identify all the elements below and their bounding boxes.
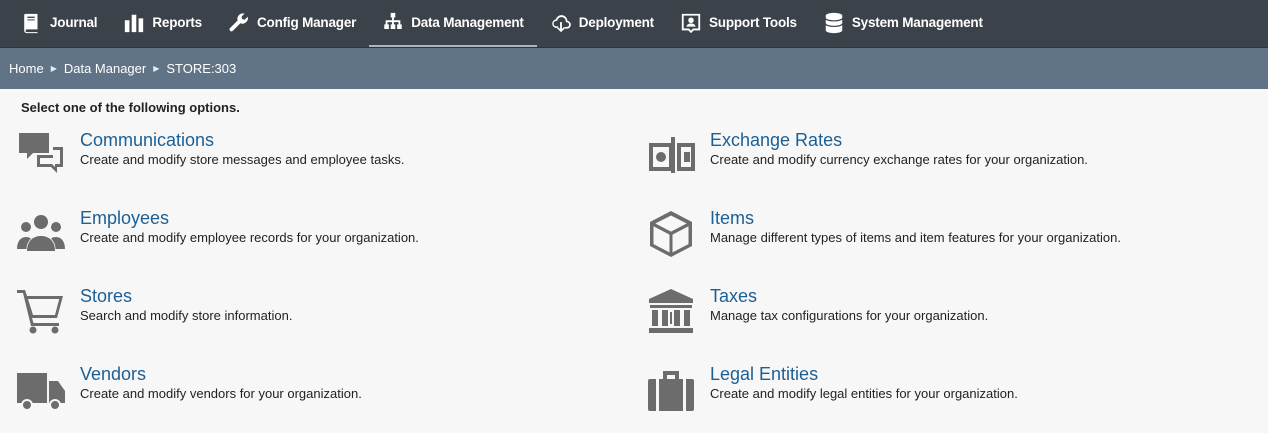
option-stores-title[interactable]: Stores [80,285,292,307]
database-icon [825,12,843,33]
option-taxes[interactable]: Taxes Manage tax configurations for your… [647,285,1247,363]
option-taxes-description: Manage tax configurations for your organ… [710,308,989,323]
currency-exchange-icon [649,137,695,173]
chat-bubbles-icon [19,133,63,173]
option-legal-entities-description: Create and modify legal entities for you… [710,386,1018,401]
option-employees-description: Create and modify employee records for y… [80,230,419,245]
option-vendors-description: Create and modify vendors for your organ… [80,386,362,401]
main-content: Select one of the following options. Com… [0,89,1268,433]
bank-building-icon [649,289,693,333]
hierarchy-icon [384,12,402,29]
cloud-download-icon [551,14,571,32]
shopping-cart-icon [17,290,63,334]
option-legal-entities-title[interactable]: Legal Entities [710,363,1018,385]
truck-icon [17,373,65,411]
option-vendors[interactable]: Vendors Create and modify vendors for yo… [17,363,647,433]
option-exchange-rates-description: Create and modify currency exchange rate… [710,152,1088,167]
option-taxes-title[interactable]: Taxes [710,285,988,307]
breadcrumb-current-store: STORE:303 [166,61,237,76]
option-items[interactable]: Items Manage different types of items an… [647,207,1247,285]
nav-config-manager[interactable]: Config Manager [215,0,369,47]
nav-support-tools[interactable]: Support Tools [667,0,810,47]
option-communications[interactable]: Communications Create and modify store m… [17,129,647,207]
top-navigation: Journal Reports Config Manager Data Mana… [0,0,1268,48]
option-employees[interactable]: Employees Create and modify employee rec… [17,207,647,285]
option-communications-title[interactable]: Communications [80,129,404,151]
support-icon [681,13,701,33]
briefcase-icon [648,371,694,411]
option-vendors-title[interactable]: Vendors [80,363,362,385]
nav-reports-label: Reports [152,15,202,30]
breadcrumb: Home ▶ Data Manager ▶ STORE:303 [0,48,1268,89]
nav-system-management[interactable]: System Management [810,0,996,47]
breadcrumb-data-manager[interactable]: Data Manager [64,61,146,76]
option-items-description: Manage different types of items and item… [710,230,1121,245]
journal-icon [24,13,38,33]
option-communications-description: Create and modify store messages and emp… [80,152,405,167]
options-grid: Communications Create and modify store m… [17,129,1268,433]
option-stores[interactable]: Stores Search and modify store informati… [17,285,647,363]
bar-chart-icon [125,14,144,32]
nav-config-manager-label: Config Manager [256,15,357,30]
breadcrumb-home[interactable]: Home [9,61,44,76]
nav-data-management[interactable]: Data Management [369,0,537,47]
people-group-icon [17,215,65,251]
nav-data-management-label: Data Management [411,15,524,30]
nav-support-tools-label: Support Tools [708,15,797,30]
nav-deployment[interactable]: Deployment [537,0,667,47]
page-instruction: Select one of the following options. [21,100,240,115]
option-employees-title[interactable]: Employees [80,207,419,229]
breadcrumb-separator-icon: ▶ [50,64,57,73]
breadcrumb-separator-icon: ▶ [153,64,160,73]
option-stores-description: Search and modify store information. [80,308,293,323]
nav-journal[interactable]: Journal [8,0,110,47]
cube-icon [650,211,692,257]
option-exchange-rates[interactable]: Exchange Rates Create and modify currenc… [647,129,1247,207]
nav-journal-label: Journal [50,15,98,30]
nav-reports[interactable]: Reports [110,0,215,47]
option-legal-entities[interactable]: Legal Entities Create and modify legal e… [647,363,1247,433]
nav-system-management-label: System Management [851,15,983,30]
wrench-icon [229,12,248,31]
option-items-title[interactable]: Items [710,207,1121,229]
option-exchange-rates-title[interactable]: Exchange Rates [710,129,1088,151]
nav-deployment-label: Deployment [578,15,654,30]
